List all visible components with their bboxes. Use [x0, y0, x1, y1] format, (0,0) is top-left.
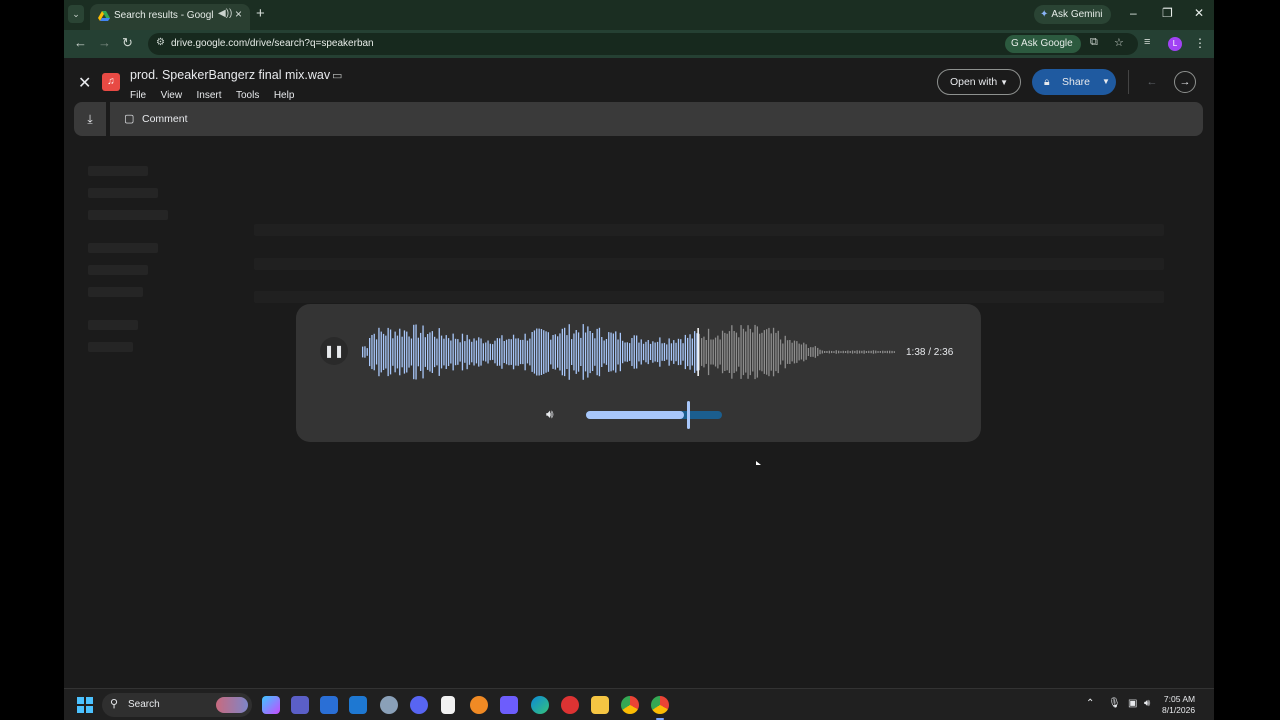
previous-file-icon[interactable]: ←	[1142, 72, 1162, 92]
install-app-icon[interactable]: ⧉	[1090, 36, 1098, 49]
settings-icon[interactable]	[380, 696, 398, 714]
tab-search-menu-button[interactable]: ⌄	[68, 5, 84, 23]
header-divider	[1128, 70, 1129, 94]
download-icon[interactable]: ⤓	[74, 102, 106, 136]
reload-icon[interactable]: ↻	[122, 35, 133, 51]
volume-thumb[interactable]	[687, 401, 690, 429]
bookmark-star-icon[interactable]: ☆	[1114, 36, 1124, 49]
pause-icon: ❚❚	[323, 344, 345, 358]
audio-player: ❚❚ 1:38 / 2:36 🔊︎	[296, 304, 981, 442]
drive-preview: ✕ ♫ prod. SpeakerBangerz final mix.wav ▭…	[64, 58, 1214, 688]
ask-gemini-button[interactable]: ✦ Ask Gemini	[1034, 5, 1111, 24]
waveform-scrubber[interactable]	[362, 322, 896, 382]
share-options-icon[interactable]: ▼	[1102, 69, 1110, 95]
volume-fill	[586, 411, 684, 419]
speaker-icon[interactable]: ◀))	[218, 8, 232, 19]
recorder-icon[interactable]	[561, 696, 579, 714]
screen: ⌄ Search results - Google Dri ◀)) × + ✦A…	[64, 0, 1214, 720]
tray-volume-icon[interactable]: 🔊︎	[1144, 698, 1150, 709]
chrome-icon[interactable]	[621, 696, 639, 714]
search-highlight-art	[216, 697, 248, 713]
notepad-icon[interactable]	[441, 696, 455, 714]
menu-help[interactable]: Help	[274, 90, 295, 101]
site-info-icon[interactable]: ⚙	[156, 37, 165, 48]
windows-start-icon[interactable]	[77, 697, 93, 713]
forward-icon[interactable]: →	[98, 35, 111, 50]
browser-menu-icon[interactable]: ⋮	[1194, 36, 1206, 50]
share-label: Share	[1062, 76, 1091, 88]
open-with-button[interactable]: Open with ▼	[937, 69, 1021, 95]
tab-close-icon[interactable]: ×	[235, 7, 242, 21]
edge-icon[interactable]	[531, 696, 549, 714]
window-close-icon[interactable]: ✕	[1194, 6, 1204, 20]
gemini-sparkle-icon: ✦	[1040, 9, 1049, 20]
google-drive-icon	[98, 11, 110, 21]
browser-tab[interactable]: Search results - Google Dri ◀)) ×	[90, 4, 250, 30]
next-file-icon[interactable]: →	[1174, 71, 1196, 93]
menu-tools[interactable]: Tools	[236, 90, 259, 101]
close-preview-icon[interactable]: ✕	[78, 73, 91, 93]
file-title: prod. SpeakerBangerz final mix.wav	[130, 68, 331, 82]
copilot-icon[interactable]	[262, 696, 280, 714]
profile-avatar[interactable]: L	[1168, 37, 1182, 51]
menu-file[interactable]: File	[130, 90, 146, 101]
teams-icon[interactable]	[291, 696, 309, 714]
lock-icon: 🔒︎	[1044, 76, 1050, 88]
tab-title: Search results - Google Dri	[114, 10, 214, 21]
discord-icon[interactable]	[410, 696, 428, 714]
taskbar-search-label: Search	[128, 699, 160, 710]
clock-date: 8/1/2026	[1162, 705, 1196, 715]
browser-toolbar: ← → ↻ ⚙ drive.google.com/drive/search?q=…	[64, 30, 1214, 58]
comment-toolbar: ▢ Comment	[110, 102, 1203, 136]
video-app-icon[interactable]	[500, 696, 518, 714]
playback-time: 1:38 / 2:36	[906, 347, 954, 358]
address-bar[interactable]: ⚙ drive.google.com/drive/search?q=speake…	[148, 33, 1138, 55]
menu-view[interactable]: View	[161, 90, 183, 101]
new-tab-icon[interactable]: +	[256, 5, 265, 22]
windows-taskbar: ⚲ Search ⌃ 🎙︎ ▣ 🔊︎ 7:05 AM 8/1/2026	[64, 688, 1214, 720]
mouse-cursor	[756, 461, 761, 465]
microphone-icon[interactable]: 🎙︎	[1108, 698, 1121, 709]
fl-studio-icon[interactable]	[470, 696, 488, 714]
network-icon[interactable]: ▣	[1128, 698, 1137, 709]
add-comment-icon[interactable]: ▢	[124, 112, 134, 125]
tab-search-icon[interactable]: ≡	[1144, 36, 1150, 48]
outlook-icon[interactable]	[349, 696, 367, 714]
ask-google-button[interactable]: G Ask Google	[1005, 35, 1081, 53]
open-with-label: Open with	[949, 76, 998, 88]
audio-file-icon: ♫	[102, 73, 120, 91]
caret-down-icon: ▼	[1000, 78, 1009, 87]
ask-gemini-label: Ask Gemini	[1051, 9, 1103, 20]
clock-time: 7:05 AM	[1163, 694, 1196, 704]
volume-icon[interactable]: 🔊︎	[546, 407, 554, 422]
back-icon[interactable]: ←	[74, 35, 87, 50]
pause-button[interactable]: ❚❚	[320, 337, 348, 365]
chrome-profile-icon[interactable]	[651, 696, 669, 720]
search-icon: ⚲	[110, 698, 119, 710]
volume-slider[interactable]	[586, 411, 722, 419]
tab-strip: ⌄ Search results - Google Dri ◀)) × + ✦A…	[64, 0, 1214, 30]
menu-insert[interactable]: Insert	[197, 90, 222, 101]
store-icon[interactable]	[320, 696, 338, 714]
playhead	[697, 328, 699, 376]
minimize-icon[interactable]: –	[1130, 6, 1137, 20]
ask-google-label: Ask Google	[1021, 38, 1073, 49]
file-menubar: File View Insert Tools Help	[130, 85, 304, 103]
url-text: drive.google.com/drive/search?q=speakerb…	[171, 38, 374, 49]
restore-icon[interactable]: ❐	[1162, 6, 1173, 20]
taskbar-clock[interactable]: 7:05 AM 8/1/2026	[1162, 694, 1195, 716]
tray-overflow-icon[interactable]: ⌃	[1086, 698, 1094, 709]
comment-button[interactable]: Comment	[142, 113, 188, 125]
file-explorer-icon[interactable]	[591, 696, 609, 714]
move-to-folder-icon[interactable]: ▭	[332, 69, 342, 82]
share-button[interactable]: 🔒︎ Share ▼	[1032, 69, 1116, 95]
taskbar-search[interactable]: ⚲ Search	[102, 693, 252, 717]
